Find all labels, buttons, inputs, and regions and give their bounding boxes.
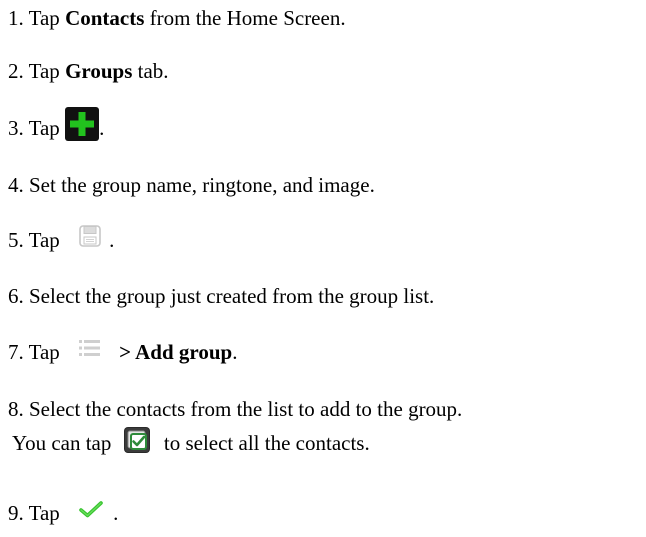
step-number: 5. [8,228,24,252]
step-number: 4. [8,173,24,197]
step-bold-text: > Add group [119,340,233,364]
step-5: 5. Tap . [8,225,115,253]
step-9: 9. Tap . [8,500,118,526]
step-text: Select the contacts from the list to add… [29,397,463,421]
step-8: 8. Select the contacts from the list to … [8,396,462,422]
step-8-subline: You can tap to select all the contacts. [12,427,370,456]
step-text: Tap [28,340,66,364]
step-text-tail: tab. [132,59,169,83]
step-number: 3. [8,115,24,140]
step-7: 7. Tap > Add group. [8,339,237,365]
step-text-tail: . [113,501,119,525]
step-number: 7. [8,340,24,364]
add-icon [65,107,100,141]
step-text: You can tap [12,431,117,455]
step-text: Set the group name, ringtone, and image. [29,173,375,197]
step-text-tail: . [232,340,238,364]
step-4: 4. Set the group name, ringtone, and ima… [8,172,375,198]
select-all-icon [123,426,151,454]
step-number: 1. [8,6,24,30]
step-1: 1. Tap Contacts from the Home Screen. [8,5,346,31]
checkmark-icon [79,500,103,518]
step-text: Tap [28,59,66,83]
step-number: 6. [8,284,24,308]
step-number: 9. [8,501,24,525]
save-icon [79,225,101,247]
step-text: Tap [28,228,66,252]
step-3: 3. Tap . [8,107,105,141]
menu-icon [79,339,101,357]
step-text-tail: from the Home Screen. [144,6,346,30]
step-number: 2. [8,59,24,83]
step-text: Select the group just created from the g… [29,284,435,308]
step-text-tail: . [109,228,115,252]
step-text-tail: . [99,115,105,140]
step-number: 8. [8,397,24,421]
step-bold-text: Contacts [65,6,145,30]
step-text-tail: to select all the contacts. [158,431,370,455]
step-bold-text: Groups [65,59,133,83]
step-2: 2. Tap Groups tab. [8,58,169,84]
step-text: Tap [28,115,66,140]
step-text: Tap [28,501,66,525]
step-text: Tap [28,6,66,30]
step-6: 6. Select the group just created from th… [8,283,434,309]
